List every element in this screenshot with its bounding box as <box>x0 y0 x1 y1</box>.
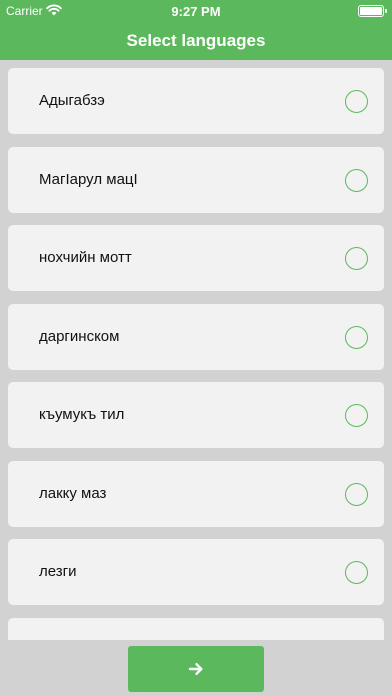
language-label: лезги <box>39 563 77 580</box>
list-item[interactable]: нохчийн мотт <box>8 225 384 291</box>
status-time: 9:27 PM <box>171 4 221 19</box>
list-item[interactable]: лакку маз <box>8 461 384 527</box>
list-item[interactable]: даргинском <box>8 304 384 370</box>
status-bar: Carrier 9:27 PM <box>0 0 392 22</box>
language-label: Адыгабзэ <box>39 92 105 109</box>
next-button[interactable] <box>128 646 264 692</box>
list-item[interactable]: МагIарул мацI <box>8 147 384 213</box>
header: Carrier 9:27 PM Select languages <box>0 0 392 60</box>
arrow-right-icon <box>188 663 203 675</box>
battery-icon <box>358 5 387 17</box>
radio-button[interactable] <box>345 483 368 506</box>
language-list[interactable]: Адыгабзэ МагIарул мацI нохчийн мотт дарг… <box>0 60 392 640</box>
radio-button[interactable] <box>345 90 368 113</box>
language-label: лакку маз <box>39 485 107 502</box>
radio-button[interactable] <box>345 247 368 270</box>
list-item[interactable] <box>8 618 384 640</box>
radio-button[interactable] <box>345 169 368 192</box>
list-item[interactable]: лезги <box>8 539 384 605</box>
language-label: къумукъ тил <box>39 406 125 423</box>
list-item[interactable]: Адыгабзэ <box>8 68 384 134</box>
radio-button[interactable] <box>345 561 368 584</box>
page-title: Select languages <box>126 31 266 50</box>
list-item[interactable]: къумукъ тил <box>8 382 384 448</box>
language-label: даргинском <box>39 328 120 345</box>
bottom-bar <box>0 640 392 696</box>
language-label: МагIарул мацI <box>39 171 138 188</box>
language-label: нохчийн мотт <box>39 249 132 266</box>
radio-button[interactable] <box>345 326 368 349</box>
radio-button[interactable] <box>345 404 368 427</box>
